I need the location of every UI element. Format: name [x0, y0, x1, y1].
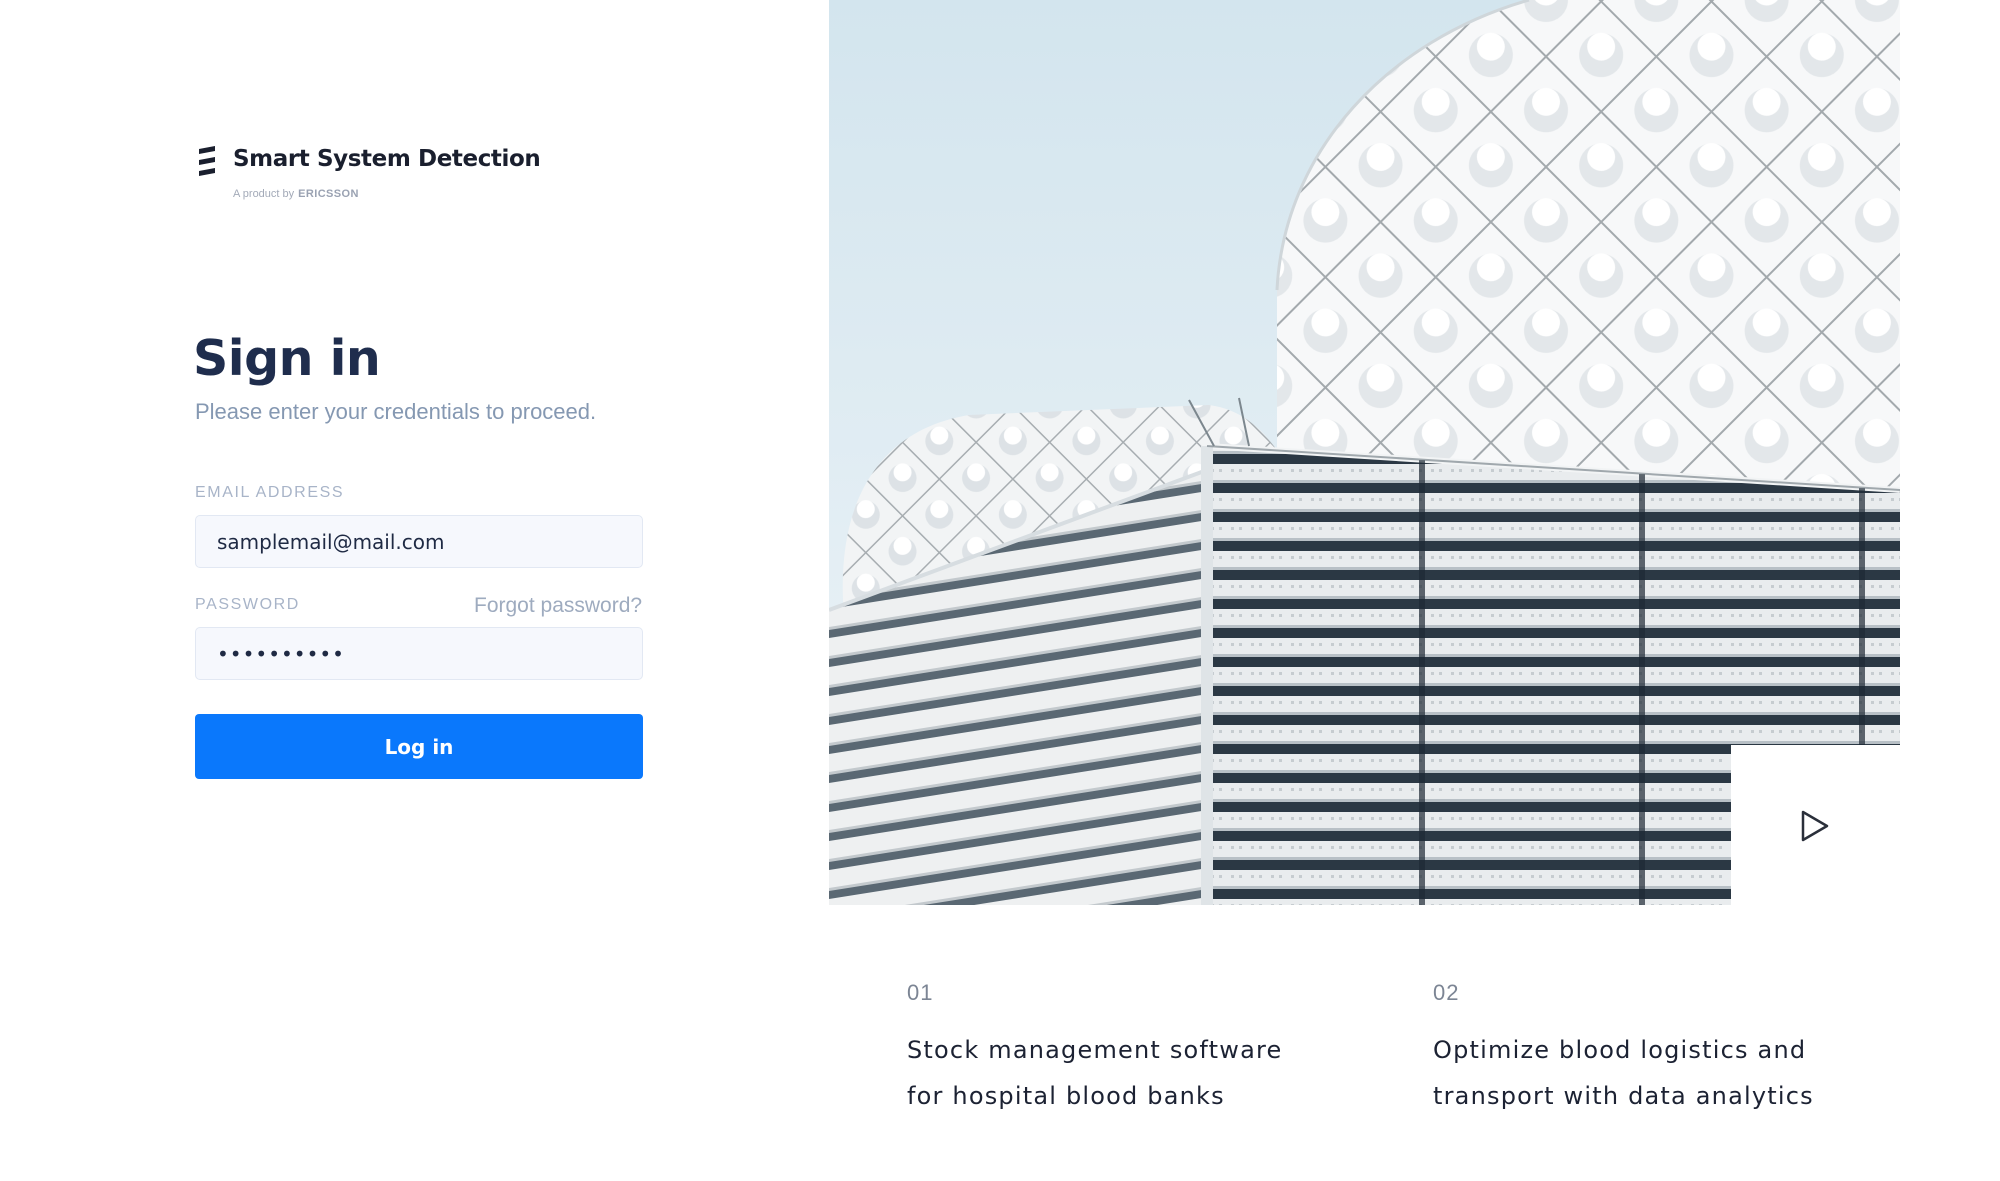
feature-text: Optimize blood logistics and transport w… — [1433, 1036, 1814, 1110]
feature-text: Stock management software for hospital b… — [907, 1036, 1283, 1110]
email-label: EMAIL ADDRESS — [195, 484, 345, 501]
password-field[interactable] — [195, 627, 643, 680]
brand-tagline-text: A product by — [233, 188, 295, 200]
play-icon[interactable] — [1800, 809, 1830, 843]
page-subtitle: Please enter your credentials to proceed… — [195, 399, 597, 424]
brand-company: ERICSSON — [298, 188, 359, 200]
ericsson-logo-icon — [199, 146, 215, 176]
building-photo-icon — [829, 0, 1900, 905]
hero-image — [829, 0, 1900, 905]
email-field[interactable] — [195, 515, 643, 568]
forgot-password-link[interactable]: Forgot password? — [474, 594, 642, 618]
feature-number: 01 — [907, 980, 934, 1005]
brand-tagline: A product by ERICSSON — [233, 188, 359, 200]
brand-logo: Smart System Detection A product by ERICS… — [195, 146, 555, 206]
feature-number: 02 — [1433, 980, 1460, 1005]
password-label: PASSWORD — [195, 596, 300, 613]
page-title: Sign in — [193, 330, 381, 387]
brand-name: Smart System Detection — [233, 146, 541, 172]
login-button[interactable]: Log in — [195, 714, 643, 779]
